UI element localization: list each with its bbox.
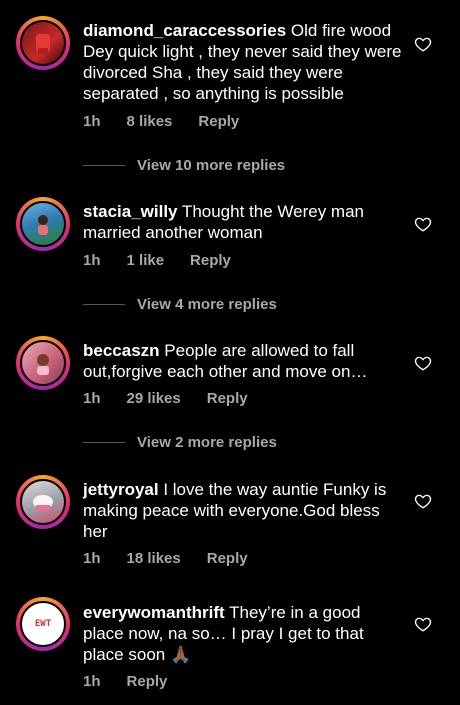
avatar[interactable]	[16, 336, 70, 390]
view-more-replies[interactable]: View 2 more replies	[83, 434, 277, 451]
username[interactable]: stacia_willy	[83, 202, 178, 221]
avatar[interactable]	[16, 16, 70, 70]
timestamp: 1h	[83, 673, 101, 690]
comment-text: diamond_caraccessories Old fire wood Dey…	[83, 20, 403, 104]
comment-text: stacia_willy Thought the Werey man marri…	[83, 201, 403, 243]
username[interactable]: diamond_caraccessories	[83, 21, 286, 40]
avatar[interactable]	[16, 475, 70, 529]
replies-divider	[83, 165, 125, 166]
likes-count[interactable]: 8 likes	[127, 113, 173, 130]
avatar[interactable]: EWT	[16, 597, 70, 651]
reply-button[interactable]: Reply	[207, 390, 248, 407]
avatar[interactable]	[16, 197, 70, 251]
view-more-replies[interactable]: View 10 more replies	[83, 157, 285, 174]
comment-meta: 1h Reply	[83, 673, 193, 690]
comment-meta: 1h 29 likes Reply	[83, 390, 274, 407]
ewt-logo: EWT	[34, 619, 52, 629]
reply-button[interactable]: Reply	[190, 252, 231, 269]
comment-text: beccaszn People are allowed to fall out,…	[83, 340, 403, 382]
replies-divider	[83, 304, 125, 305]
username[interactable]: everywomanthrift	[83, 603, 225, 622]
heart-icon[interactable]	[414, 215, 432, 233]
reply-button[interactable]: Reply	[198, 113, 239, 130]
heart-icon[interactable]	[414, 35, 432, 53]
heart-icon[interactable]	[414, 354, 432, 372]
likes-count[interactable]: 18 likes	[127, 550, 181, 567]
comment-meta: 1h 18 likes Reply	[83, 550, 274, 567]
comment-meta: 1h 1 like Reply	[83, 252, 257, 269]
view-more-replies-label[interactable]: View 2 more replies	[137, 434, 277, 451]
username[interactable]: jettyroyal	[83, 480, 159, 499]
heart-icon[interactable]	[414, 615, 432, 633]
timestamp: 1h	[83, 390, 101, 407]
reply-button[interactable]: Reply	[127, 673, 168, 690]
comment-text: jettyroyal I love the way auntie Funky i…	[83, 479, 403, 542]
heart-icon[interactable]	[414, 492, 432, 510]
comment-text: everywomanthrift They’re in a good place…	[83, 602, 403, 665]
reply-button[interactable]: Reply	[207, 550, 248, 567]
view-more-replies-label[interactable]: View 10 more replies	[137, 157, 285, 174]
timestamp: 1h	[83, 550, 101, 567]
timestamp: 1h	[83, 113, 101, 130]
likes-count[interactable]: 29 likes	[127, 390, 181, 407]
replies-divider	[83, 442, 125, 443]
view-more-replies[interactable]: View 4 more replies	[83, 296, 277, 313]
likes-count[interactable]: 1 like	[127, 252, 165, 269]
username[interactable]: beccaszn	[83, 341, 160, 360]
view-more-replies-label[interactable]: View 4 more replies	[137, 296, 277, 313]
comment-meta: 1h 8 likes Reply	[83, 113, 265, 130]
timestamp: 1h	[83, 252, 101, 269]
